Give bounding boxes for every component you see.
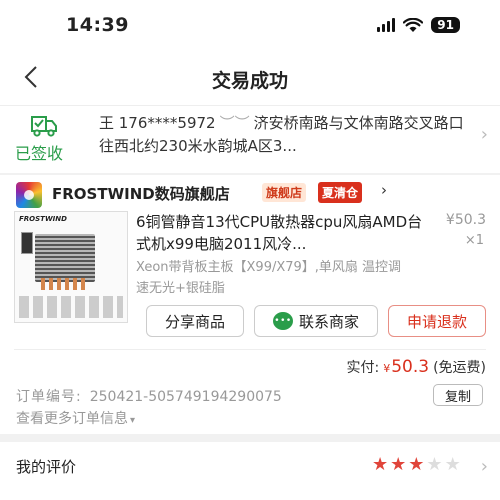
star-empty-icon[interactable]: ★ bbox=[445, 454, 461, 475]
battery-icon: 91 bbox=[431, 17, 460, 33]
product-price: ¥50.3 bbox=[445, 212, 486, 228]
page-title: 交易成功 bbox=[211, 70, 288, 92]
wifi-icon bbox=[403, 17, 424, 32]
chevron-right-icon[interactable]: › bbox=[381, 181, 387, 199]
currency-symbol: ¥ bbox=[383, 362, 391, 375]
order-number: 订单编号: 250421-505749194290075 bbox=[16, 386, 282, 406]
chevron-right-icon: › bbox=[480, 124, 488, 145]
share-product-button[interactable]: 分享商品 bbox=[146, 305, 244, 337]
order-number-label: 订单编号: bbox=[16, 389, 82, 405]
star-filled-icon[interactable]: ★ bbox=[390, 454, 406, 475]
copy-button[interactable]: 复制 bbox=[433, 384, 483, 406]
contact-seller-label: 联系商家 bbox=[298, 312, 359, 331]
product-quantity: ×1 bbox=[464, 233, 484, 248]
rating-stars: ★ ★ ★ ★ ★ bbox=[372, 454, 461, 475]
recipient-info: 王 176****5972 bbox=[99, 114, 216, 132]
fan-thumbnail bbox=[21, 232, 33, 254]
eye-closed-icon[interactable]: ︶︶ bbox=[220, 114, 250, 132]
product-spec: Xeon带背板主板【X99/X79】,单风扇 温控调速无光+银硅脂 bbox=[136, 260, 402, 296]
shop-name[interactable]: FROSTWIND数码旗舰店 bbox=[52, 183, 230, 204]
address-text: 王 176****5972 ︶︶ 济安桥南路与文体南路交叉路口往西北约230米水韵城… bbox=[99, 112, 467, 158]
status-time: 14:39 bbox=[66, 14, 129, 36]
contact-seller-button[interactable]: ••• 联系商家 bbox=[254, 305, 378, 337]
chat-icon: ••• bbox=[272, 312, 293, 330]
nav-bar: 交易成功 bbox=[0, 50, 500, 105]
request-refund-button[interactable]: 申请退款 bbox=[388, 305, 486, 337]
spec-strip bbox=[19, 296, 123, 318]
star-filled-icon[interactable]: ★ bbox=[372, 454, 388, 475]
order-number-value: 250421-505749194290075 bbox=[89, 389, 282, 405]
shop-logo[interactable] bbox=[16, 182, 42, 208]
paid-value: 50.3 bbox=[391, 357, 430, 377]
delivery-status: 已签收 bbox=[15, 144, 64, 163]
delivery-truck-icon bbox=[31, 116, 57, 137]
product-title[interactable]: 6铜管静音13代CPU散热器cpu风扇AMD台式机x99电脑2011风冷... bbox=[136, 211, 426, 255]
address-card[interactable]: 已签收 王 176****5972 ︶︶ 济安桥南路与文体南路交叉路口往西北约230… bbox=[0, 105, 500, 173]
chevron-right-icon: › bbox=[480, 456, 488, 477]
star-empty-icon[interactable]: ★ bbox=[426, 454, 442, 475]
star-filled-icon[interactable]: ★ bbox=[408, 454, 424, 475]
heat-pipes bbox=[41, 278, 87, 290]
shipping-note: (免运费) bbox=[433, 360, 486, 376]
product-image[interactable]: FROSTWIND bbox=[14, 211, 128, 323]
more-order-info-label: 查看更多订单信息 bbox=[16, 411, 128, 427]
my-review-row[interactable]: 我的评价 ★ ★ ★ ★ ★ › bbox=[0, 442, 500, 500]
paid-amount: ¥50.3 bbox=[383, 357, 429, 377]
more-order-info-link[interactable]: 查看更多订单信息 ▾ bbox=[16, 408, 135, 428]
status-bar: 14:39 91 bbox=[0, 0, 500, 50]
heatsink-fins bbox=[35, 234, 95, 282]
status-icons: 91 bbox=[377, 17, 460, 33]
paid-label: 实付: bbox=[346, 360, 380, 376]
signal-icon bbox=[377, 18, 396, 32]
sale-badge: 夏清仓 bbox=[318, 182, 363, 203]
order-product-card: FROSTWIND数码旗舰店 旗舰店 夏清仓 › FROSTWIND 6铜管静音… bbox=[0, 175, 500, 410]
flagship-badge: 旗舰店 bbox=[262, 183, 307, 202]
product-image-brand: FROSTWIND bbox=[19, 215, 67, 223]
order-info-card: 订单编号: 250421-505749194290075 复制 查看更多订单信息 ▾ bbox=[0, 378, 500, 434]
chevron-down-icon: ▾ bbox=[130, 415, 136, 426]
divider bbox=[14, 349, 486, 350]
review-label: 我的评价 bbox=[16, 458, 77, 476]
paid-amount-row: 实付: ¥50.3 (免运费) bbox=[346, 357, 486, 377]
